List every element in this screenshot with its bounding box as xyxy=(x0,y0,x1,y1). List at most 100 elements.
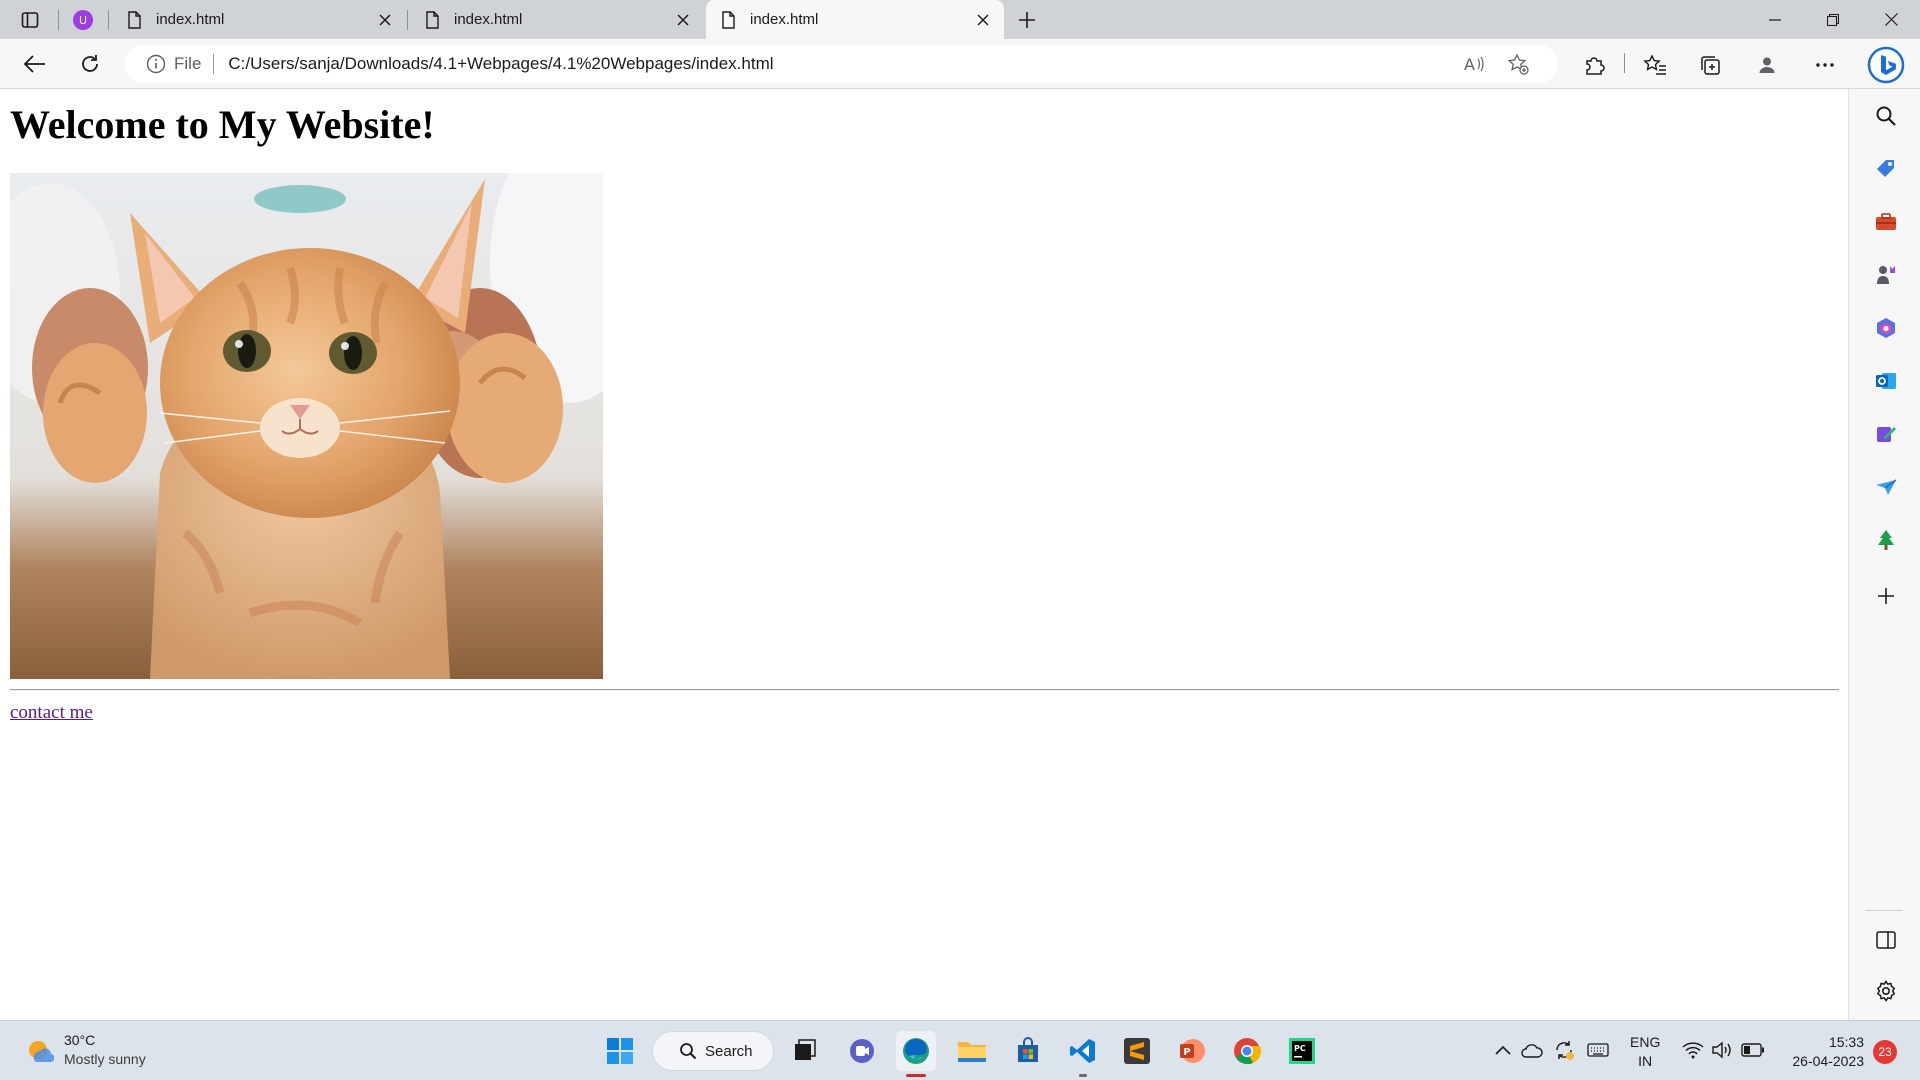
wifi-tray[interactable] xyxy=(1681,1038,1705,1062)
close-window-button[interactable] xyxy=(1868,0,1914,39)
active-indicator xyxy=(906,1074,926,1077)
tab-1[interactable]: index.html xyxy=(112,0,406,39)
horizontal-rule xyxy=(10,689,1839,691)
contact-me-link[interactable]: contact me xyxy=(10,702,93,724)
settings-and-more-button[interactable] xyxy=(1810,50,1840,80)
tab-2[interactable]: index.html xyxy=(410,0,704,39)
start-button[interactable] xyxy=(600,1031,640,1071)
add-favorite-button[interactable] xyxy=(1504,50,1532,78)
restore-button[interactable] xyxy=(1810,0,1856,39)
extensions-button[interactable] xyxy=(1579,50,1609,80)
running-indicator xyxy=(1079,1074,1087,1077)
sidebar-outlook-button[interactable] xyxy=(1873,368,1899,394)
avatar-icon xyxy=(1759,57,1775,73)
divider xyxy=(1865,910,1903,911)
profile-button[interactable] xyxy=(1752,50,1782,80)
sidebar-settings-button[interactable] xyxy=(1873,978,1899,1004)
sidebar-add-button[interactable] xyxy=(1873,583,1899,609)
sidebar-shopping-button[interactable] xyxy=(1873,156,1899,182)
more-icon xyxy=(1816,63,1834,67)
language-indicator[interactable]: ENG IN xyxy=(1630,1033,1660,1071)
sidebar-games-button[interactable] xyxy=(1873,262,1899,288)
document-icon xyxy=(426,10,439,29)
tab-actions-icon xyxy=(21,12,39,28)
chrome-icon xyxy=(1234,1038,1261,1065)
tree-icon xyxy=(1878,530,1894,550)
sidebar-drop-button[interactable] xyxy=(1873,421,1899,447)
close-tab-button[interactable] xyxy=(376,11,394,29)
edge-icon xyxy=(903,1038,929,1064)
store-button[interactable] xyxy=(1008,1031,1048,1071)
refresh-button[interactable] xyxy=(73,48,107,80)
bing-chat-button[interactable] xyxy=(1866,45,1906,85)
back-button[interactable] xyxy=(18,48,52,80)
sidebar-m365-button[interactable] xyxy=(1873,315,1899,341)
restore-icon xyxy=(1827,13,1839,26)
split-screen-icon xyxy=(1876,931,1896,949)
task-view-button[interactable] xyxy=(785,1031,825,1071)
address-bar[interactable]: File C:/Users/sanja/Downloads/4.1+Webpag… xyxy=(124,45,1558,83)
new-tab-button[interactable] xyxy=(1012,5,1042,35)
cloud-icon xyxy=(1521,1044,1543,1058)
file-explorer-button[interactable] xyxy=(952,1031,992,1071)
language-region: IN xyxy=(1638,1053,1653,1069)
close-tab-button[interactable] xyxy=(974,11,992,29)
notification-badge[interactable]: 23 xyxy=(1873,1040,1897,1064)
show-hidden-icons-button[interactable] xyxy=(1491,1038,1515,1062)
clock-date: 26-04-2023 xyxy=(1792,1053,1864,1069)
taskbar-search[interactable]: Search xyxy=(652,1031,774,1071)
search-icon xyxy=(1876,106,1896,126)
sidebar-tools-button[interactable] xyxy=(1873,209,1899,235)
keyboard-tray[interactable] xyxy=(1586,1038,1610,1062)
divider xyxy=(213,54,215,74)
url-text[interactable]: C:/Users/sanja/Downloads/4.1+Webpages/4.… xyxy=(228,54,773,74)
scheme-label: File xyxy=(174,54,202,73)
minimize-icon xyxy=(1769,18,1781,21)
split-screen-button[interactable] xyxy=(1873,927,1899,953)
weather-widget[interactable]: 30°C Mostly sunny xyxy=(24,1031,146,1069)
windows-taskbar: 30°C Mostly sunny Search P PC ENG IN 15:… xyxy=(0,1020,1920,1080)
teams-chat-button[interactable] xyxy=(842,1031,882,1071)
minimize-button[interactable] xyxy=(1752,0,1798,39)
close-icon xyxy=(1884,13,1898,26)
search-label: Search xyxy=(705,1042,753,1060)
edge-taskbar-button[interactable] xyxy=(896,1031,936,1077)
sidebar-search-button[interactable] xyxy=(1873,103,1899,129)
edge-sidebar xyxy=(1848,89,1920,1020)
close-tab-button[interactable] xyxy=(674,11,692,29)
keyboard-icon xyxy=(1587,1043,1609,1057)
system-clock[interactable]: 15:33 26-04-2023 xyxy=(1780,1033,1864,1071)
powerpoint-button[interactable]: P xyxy=(1172,1031,1212,1071)
star-add-icon xyxy=(1507,53,1529,75)
page-viewport: Welcome to My Website! contact me xyxy=(0,89,1848,1020)
pycharm-button[interactable]: PC xyxy=(1282,1031,1322,1071)
battery-tray[interactable] xyxy=(1741,1038,1765,1062)
kitten-image xyxy=(10,173,603,679)
chrome-button[interactable] xyxy=(1227,1031,1267,1071)
tools-icon xyxy=(1876,213,1896,230)
page-heading: Welcome to My Website! xyxy=(10,102,435,147)
info-icon[interactable] xyxy=(146,54,166,74)
weather-temp: 30°C xyxy=(64,1032,96,1048)
weather-sunny-icon xyxy=(29,1041,54,1063)
tab-title: index.html xyxy=(750,11,819,28)
volume-tray[interactable] xyxy=(1710,1038,1734,1062)
sidebar-tree-button[interactable] xyxy=(1873,527,1899,553)
sync-tray[interactable] xyxy=(1552,1038,1576,1062)
collections-button[interactable] xyxy=(1695,50,1725,80)
favorites-button[interactable] xyxy=(1640,50,1670,80)
read-aloud-button[interactable]: A xyxy=(1460,50,1488,78)
sidebar-send-button[interactable] xyxy=(1873,474,1899,500)
profile-button[interactable]: U xyxy=(68,5,98,35)
wifi-icon xyxy=(1682,1042,1704,1059)
language-code: ENG xyxy=(1630,1034,1661,1050)
vscode-icon xyxy=(1070,1039,1095,1063)
sublime-text-button[interactable] xyxy=(1117,1031,1157,1071)
shopping-tag-icon xyxy=(1877,160,1894,177)
tab-title: index.html xyxy=(454,11,523,28)
sublime-text-icon xyxy=(1124,1038,1150,1064)
onedrive-tray[interactable] xyxy=(1520,1038,1544,1062)
tab-actions-button[interactable] xyxy=(15,5,45,35)
tab-3-active[interactable]: index.html xyxy=(706,0,1004,39)
vscode-button[interactable] xyxy=(1063,1031,1103,1077)
